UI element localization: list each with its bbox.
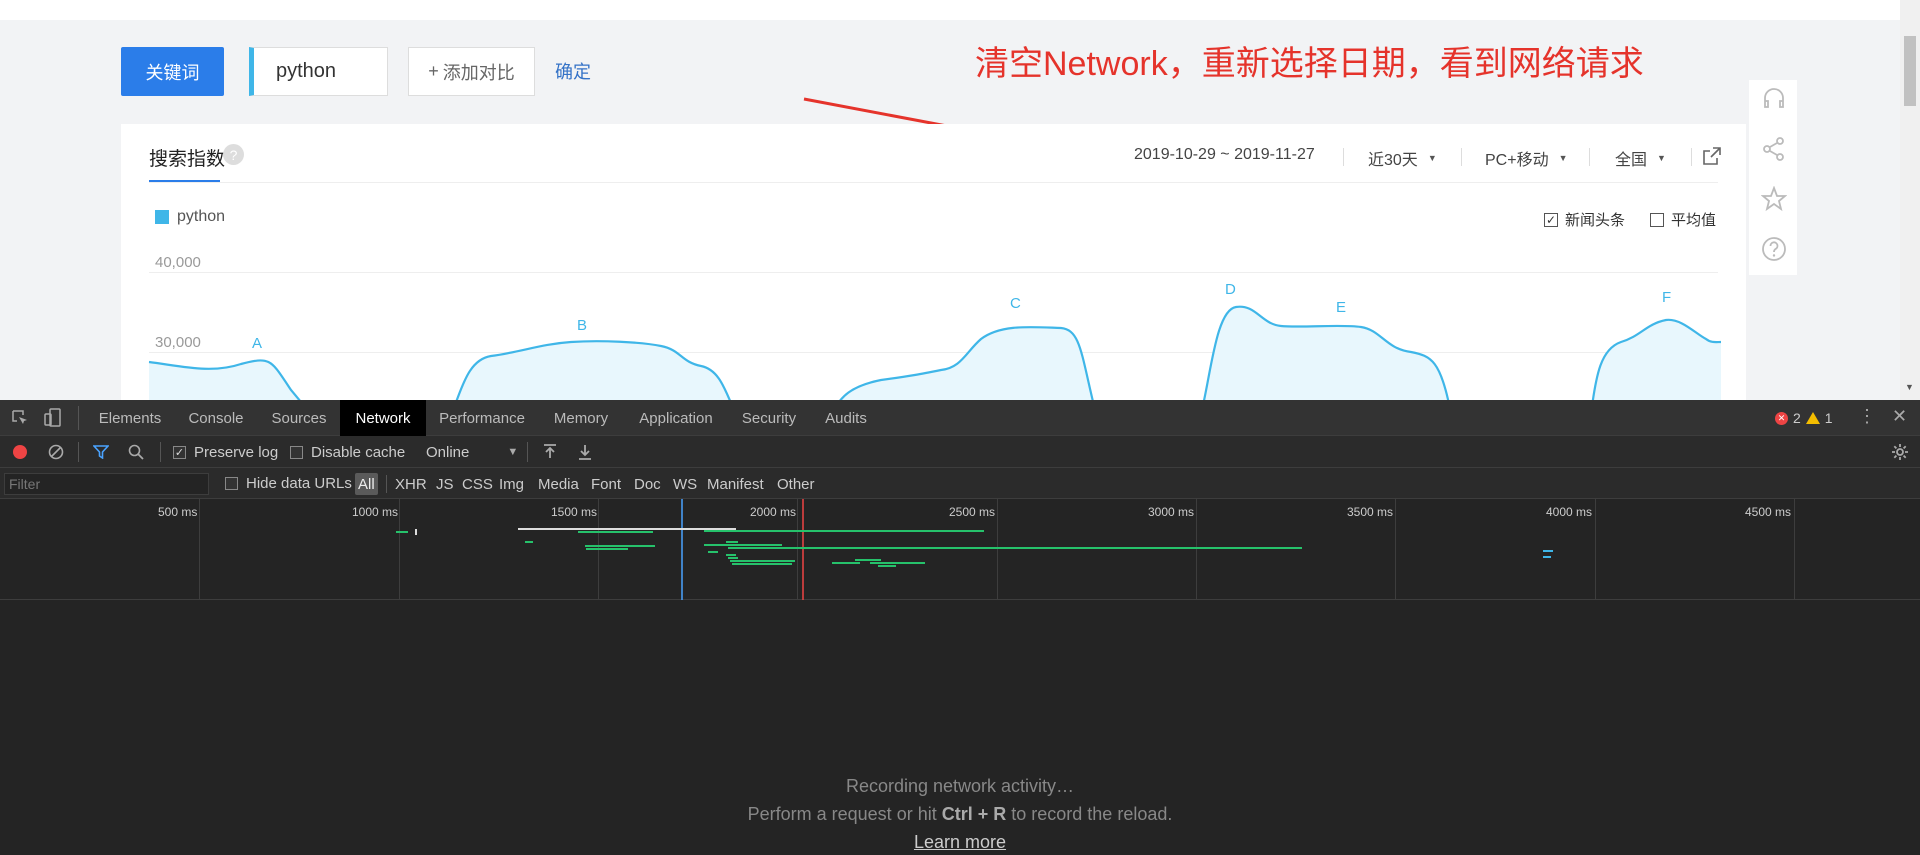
side-toolbar bbox=[1749, 80, 1797, 275]
tab-security[interactable]: Security bbox=[728, 400, 810, 436]
hint-keys: Ctrl + R bbox=[941, 804, 1007, 824]
request-bars-other bbox=[1543, 550, 1553, 558]
tab-performance[interactable]: Performance bbox=[430, 400, 534, 436]
hide-data-urls-checkbox[interactable]: Hide data URLs bbox=[225, 468, 352, 499]
baidu-index-page: 关键词 python + 添加对比 确定 清空Network，重新选择日期，看到… bbox=[0, 0, 1920, 400]
type-filter-js[interactable]: JS bbox=[433, 473, 457, 495]
export-har-icon[interactable] bbox=[578, 444, 592, 460]
recording-message: Recording network activity… bbox=[845, 776, 1075, 796]
warning-icon bbox=[1805, 412, 1820, 424]
annotation-label: A bbox=[252, 335, 262, 352]
devtools-tab-bar: Elements Console Sources Network Perform… bbox=[0, 400, 1920, 436]
hint-prefix: Perform a request or hit bbox=[747, 804, 937, 824]
warning-count: 1 bbox=[1824, 410, 1833, 426]
disable-cache-label: Disable cache bbox=[311, 443, 406, 461]
type-filter-manifest[interactable]: Manifest bbox=[704, 473, 767, 495]
device-toolbar-icon[interactable] bbox=[44, 408, 62, 428]
preserve-log-checkbox[interactable]: ✓ Preserve log bbox=[173, 436, 278, 468]
caret-down-icon: ▼ bbox=[507, 446, 519, 458]
reload-hint: Perform a request or hit Ctrl + R to rec… bbox=[0, 804, 1920, 825]
divider bbox=[386, 475, 387, 493]
clear-icon[interactable] bbox=[48, 444, 64, 460]
filter-input[interactable]: Filter bbox=[4, 473, 209, 495]
learn-more-link[interactable]: Learn more bbox=[914, 832, 1006, 852]
tab-memory[interactable]: Memory bbox=[538, 400, 624, 436]
plus-icon: + bbox=[428, 61, 439, 81]
add-compare-label: 添加对比 bbox=[442, 62, 515, 83]
learn-more-row: Learn more bbox=[0, 832, 1920, 853]
filter-bar: Filter Hide data URLs All XHR JS CSS Img… bbox=[0, 468, 1920, 499]
tab-elements[interactable]: Elements bbox=[88, 400, 172, 436]
hide-data-urls-label: Hide data URLs bbox=[246, 475, 352, 492]
annotation-label: C bbox=[1010, 295, 1021, 312]
error-icon: ✕ bbox=[1775, 411, 1788, 425]
request-bars bbox=[396, 530, 1302, 567]
type-filter-doc[interactable]: Doc bbox=[631, 473, 664, 495]
type-filter-all[interactable]: All bbox=[355, 473, 378, 495]
type-filter-img[interactable]: Img bbox=[496, 473, 527, 495]
devtools-panel: Elements Console Sources Network Perform… bbox=[0, 400, 1920, 855]
star-icon[interactable] bbox=[1761, 186, 1787, 212]
type-filter-css[interactable]: CSS bbox=[459, 473, 496, 495]
divider bbox=[160, 442, 161, 462]
tab-audits[interactable]: Audits bbox=[814, 400, 878, 436]
divider bbox=[78, 406, 79, 430]
settings-gear-icon[interactable] bbox=[1891, 443, 1909, 461]
request-bars-waiting bbox=[415, 528, 736, 535]
throttle-select[interactable]: Online ▼ bbox=[426, 436, 518, 468]
tab-sources[interactable]: Sources bbox=[258, 400, 340, 436]
search-icon[interactable] bbox=[128, 444, 144, 460]
network-toolbar: ✓ Preserve log Disable cache Online ▼ bbox=[0, 436, 1920, 468]
filter-icon[interactable] bbox=[93, 445, 109, 459]
annotation-label: F bbox=[1662, 289, 1671, 306]
type-filter-media[interactable]: Media bbox=[535, 473, 582, 495]
disable-cache-checkbox[interactable]: Disable cache bbox=[290, 436, 405, 468]
request-waterfall bbox=[396, 499, 1553, 600]
scrollbar-thumb[interactable] bbox=[1904, 36, 1916, 106]
type-filter-font[interactable]: Font bbox=[588, 473, 624, 495]
inspect-element-icon[interactable] bbox=[11, 409, 29, 427]
red-annotation-text: 清空Network，重新选择日期，看到网络请求 bbox=[975, 45, 1644, 83]
preserve-log-label: Preserve log bbox=[194, 443, 279, 461]
tab-network[interactable]: Network bbox=[340, 400, 426, 436]
hint-suffix: to record the reload. bbox=[1011, 804, 1173, 824]
series-area bbox=[149, 306, 1721, 400]
search-index-panel: 搜索指数 ? 2019-10-29 ~ 2019-11-27 近30天 ▼ PC+… bbox=[121, 124, 1746, 400]
more-options-icon[interactable]: ⋮ bbox=[1858, 406, 1876, 427]
error-count: 2 bbox=[1793, 410, 1801, 426]
network-overview-timeline[interactable]: 500 ms 1000 ms 1500 ms 2000 ms 2500 ms 3… bbox=[0, 499, 1920, 600]
tab-console[interactable]: Console bbox=[176, 400, 256, 436]
page-scrollbar[interactable]: ▼ bbox=[1900, 0, 1920, 400]
search-index-chart: A B C D E F bbox=[148, 281, 1722, 400]
annotation-label: B bbox=[577, 317, 587, 334]
close-icon[interactable]: ✕ bbox=[1892, 406, 1907, 427]
divider bbox=[78, 442, 79, 462]
question-icon[interactable] bbox=[1761, 236, 1787, 262]
filter-placeholder: Filter bbox=[9, 476, 41, 492]
throttle-value: Online bbox=[426, 443, 470, 461]
checkbox-checked: ✓ bbox=[173, 445, 186, 459]
annotation-label: E bbox=[1336, 299, 1346, 316]
top-strip bbox=[0, 0, 1900, 20]
checkbox-unchecked bbox=[225, 477, 238, 490]
type-filter-other[interactable]: Other bbox=[774, 473, 818, 495]
scroll-down-icon[interactable]: ▼ bbox=[1905, 382, 1914, 392]
import-har-icon[interactable] bbox=[543, 444, 557, 460]
headset-icon[interactable] bbox=[1761, 86, 1787, 112]
keyword-value: python bbox=[276, 60, 337, 82]
record-icon[interactable] bbox=[13, 445, 27, 459]
share-icon[interactable] bbox=[1761, 136, 1787, 162]
confirm-link[interactable]: 确定 bbox=[555, 58, 591, 84]
type-filter-ws[interactable]: WS bbox=[670, 473, 700, 495]
annotation-label: D bbox=[1225, 281, 1236, 298]
add-compare-button[interactable]: + 添加对比 bbox=[408, 47, 535, 96]
keyword-button[interactable]: 关键词 bbox=[121, 47, 224, 96]
type-filter-xhr[interactable]: XHR bbox=[392, 473, 430, 495]
tab-application[interactable]: Application bbox=[628, 400, 724, 436]
divider bbox=[527, 442, 528, 462]
console-badges[interactable]: ✕ 2 1 bbox=[1775, 410, 1833, 426]
keyword-input[interactable]: python bbox=[249, 47, 388, 96]
checkbox-unchecked bbox=[290, 445, 303, 459]
